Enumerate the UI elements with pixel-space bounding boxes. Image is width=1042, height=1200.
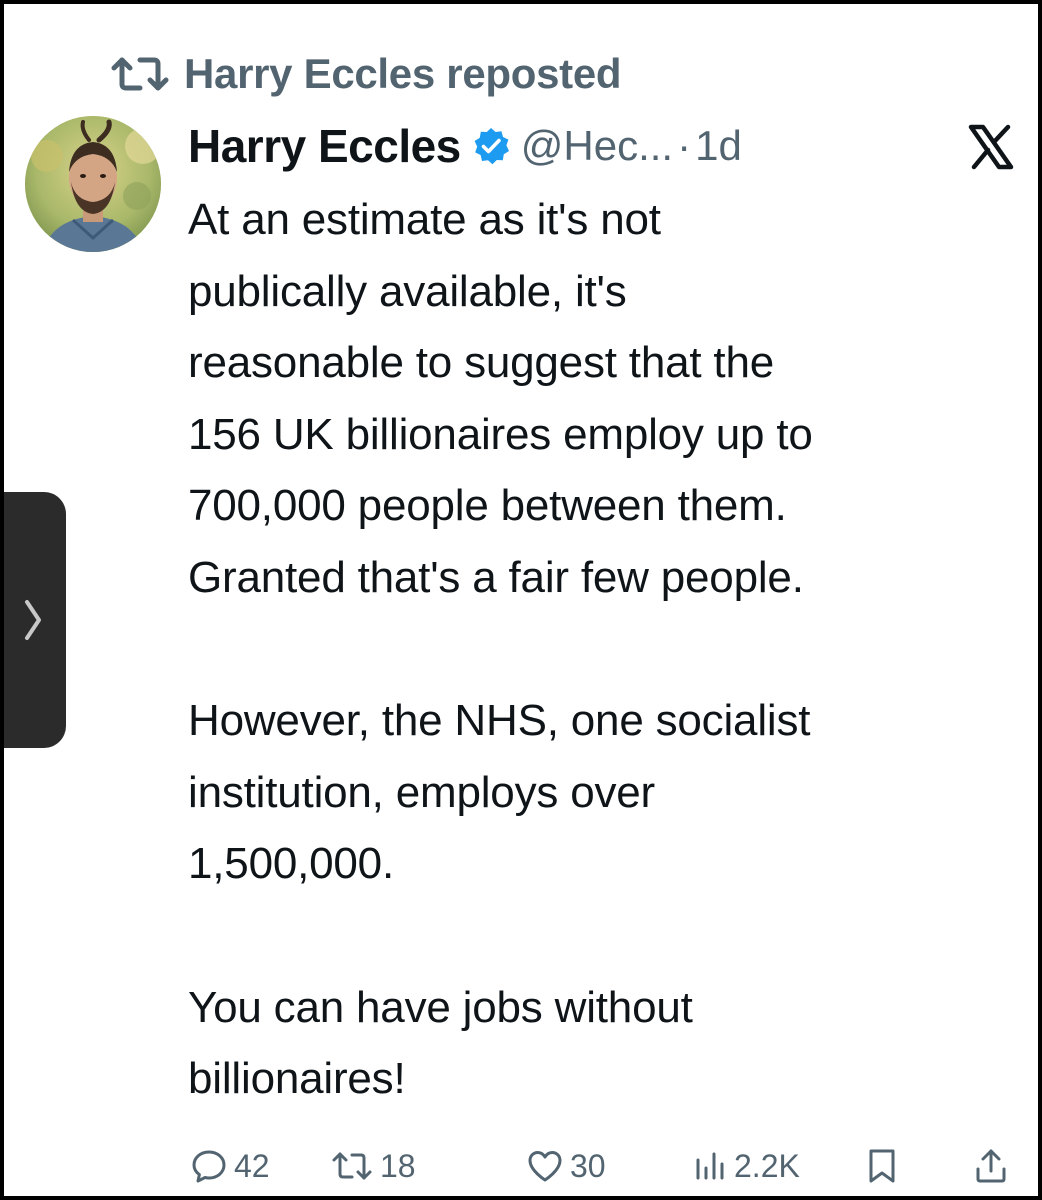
reply-button[interactable]: 42 [190, 1138, 270, 1194]
author-name[interactable]: Harry Eccles [188, 119, 461, 173]
side-panel-toggle[interactable] [4, 492, 66, 748]
repost-button[interactable]: 18 [330, 1138, 416, 1194]
action-bar: 42 18 30 2.2K [4, 1138, 1038, 1194]
tweet-screenshot: Harry Eccles reposted Harry Eccles @Hec.… [4, 4, 1038, 1196]
tweet-line: You can have jobs without [188, 982, 693, 1032]
reply-count: 42 [234, 1147, 270, 1184]
verified-badge-icon [471, 126, 511, 166]
x-logo-icon[interactable] [966, 122, 1016, 172]
tweet-line: publically available, it's [188, 266, 627, 316]
tweet-text: At an estimate as it's not publically av… [188, 184, 1018, 1115]
views-button[interactable]: 2.2K [692, 1138, 800, 1194]
repost-label: Harry Eccles reposted [184, 50, 622, 97]
tweet-line: At an estimate as it's not [188, 195, 661, 244]
bar-chart-icon [692, 1148, 728, 1184]
repost-count: 18 [380, 1147, 416, 1184]
share-icon [974, 1147, 1008, 1185]
repost-icon [108, 54, 172, 94]
views-count: 2.2K [734, 1147, 800, 1184]
tweet-line: institution, employs over [188, 767, 655, 817]
author-handle[interactable]: @Hec... [521, 122, 673, 170]
tweet-line: 1,500,000. [188, 839, 394, 889]
tweet-line: 700,000 people between them. [188, 481, 787, 531]
tweet-line: billionaires! [188, 1054, 406, 1104]
heart-icon [526, 1148, 564, 1184]
tweet-header: Harry Eccles @Hec... · 1d [188, 116, 742, 176]
repost-indicator[interactable]: Harry Eccles reposted [108, 48, 622, 100]
header-separator: · [677, 122, 692, 169]
tweet-line: reasonable to suggest that the [188, 338, 774, 388]
post-timestamp[interactable]: 1d [695, 122, 742, 170]
repost-icon [330, 1149, 374, 1183]
bookmark-button[interactable] [866, 1138, 898, 1194]
reply-icon [190, 1147, 228, 1185]
chevron-right-icon [21, 598, 45, 642]
like-button[interactable]: 30 [526, 1138, 606, 1194]
like-count: 30 [570, 1147, 606, 1184]
bookmark-icon [866, 1147, 898, 1185]
share-button[interactable] [974, 1138, 1008, 1194]
tweet-line: Granted that's a fair few people. [188, 552, 804, 602]
tweet-line: However, the NHS, one socialist [188, 696, 811, 746]
avatar[interactable] [25, 116, 161, 252]
tweet-line: 156 UK billionaires employ up to [188, 409, 813, 459]
